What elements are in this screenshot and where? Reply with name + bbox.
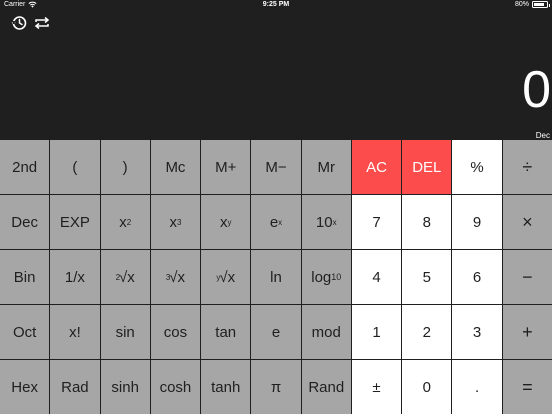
square-sup: 2 [126, 217, 132, 227]
status-time: 9:25 PM [262, 1, 290, 8]
second-function-button[interactable]: 2nd [0, 140, 50, 194]
battery-info: 80% [514, 1, 550, 8]
tanh-button[interactable]: tanh [201, 360, 251, 414]
cube-sup: 3 [176, 217, 182, 227]
sign-toggle-button[interactable]: ± [351, 360, 402, 414]
square-button[interactable]: x2 [100, 195, 150, 249]
log10-sub: 10 [331, 272, 342, 282]
battery-fill [534, 3, 544, 6]
open-paren-button[interactable]: ( [50, 140, 100, 194]
digit-0-button[interactable]: 0 [402, 360, 452, 414]
display-mode: Dec [535, 131, 550, 140]
subtract-button[interactable]: − [502, 250, 552, 304]
random-button[interactable]: Rand [301, 360, 351, 414]
square-root-label: √x [119, 268, 135, 286]
ten-power-sup: x [332, 217, 337, 227]
exp-e-button[interactable]: ex [251, 195, 301, 249]
digit-3-button[interactable]: 3 [452, 305, 502, 359]
cosh-button[interactable]: cosh [150, 360, 201, 414]
equals-button[interactable]: = [502, 360, 552, 414]
square-root-button[interactable]: 2 √x [100, 250, 150, 304]
nth-root-button[interactable]: y √x [201, 250, 251, 304]
close-paren-button[interactable]: ) [100, 140, 150, 194]
calculator-display: 0 Dec [0, 12, 552, 140]
octal-mode-button[interactable]: Oct [0, 305, 50, 359]
memory-subtract-button[interactable]: M− [251, 140, 301, 194]
log10-button[interactable]: log 10 [301, 250, 351, 304]
sin-button[interactable]: sin [100, 305, 150, 359]
display-value: 0 [522, 61, 551, 119]
exp-e-sup: x [278, 217, 283, 227]
factorial-button[interactable]: x! [50, 305, 100, 359]
delete-button[interactable]: DEL [402, 140, 452, 194]
decimal-mode-button[interactable]: Dec [0, 195, 50, 249]
binary-mode-button[interactable]: Bin [0, 250, 50, 304]
cube-root-label: √x [169, 268, 186, 286]
digit-2-button[interactable]: 2 [402, 305, 452, 359]
power-button[interactable]: xy [201, 195, 251, 249]
cube-root-button[interactable]: 3 √x [150, 250, 201, 304]
log10-label: log [311, 268, 332, 286]
add-button[interactable]: + [502, 305, 552, 359]
divide-button[interactable]: ÷ [502, 140, 552, 194]
history-icon[interactable] [10, 14, 28, 32]
power-sup: y [227, 217, 232, 227]
exp-e-label: e [269, 213, 279, 231]
reciprocal-button[interactable]: 1/x [50, 250, 100, 304]
natural-log-button[interactable]: ln [251, 250, 301, 304]
tan-button[interactable]: tan [201, 305, 251, 359]
digit-1-button[interactable]: 1 [351, 305, 402, 359]
cube-label: x [169, 213, 177, 231]
multiply-button[interactable]: × [502, 195, 552, 249]
mod-button[interactable]: mod [301, 305, 351, 359]
keypad: 2nd ( ) Mc M+ M− Mr AC DEL % ÷ Dec EXP x… [0, 140, 552, 414]
power-label: x [219, 213, 228, 231]
digit-4-button[interactable]: 4 [351, 250, 402, 304]
all-clear-button[interactable]: AC [351, 140, 402, 194]
digit-7-button[interactable]: 7 [351, 195, 402, 249]
cos-button[interactable]: cos [150, 305, 201, 359]
decimal-point-button[interactable]: . [452, 360, 502, 414]
ten-power-label: 10 [315, 213, 333, 231]
swap-icon[interactable] [33, 14, 51, 32]
sinh-button[interactable]: sinh [100, 360, 150, 414]
euler-button[interactable]: e [251, 305, 301, 359]
nth-root-label: √x [219, 268, 236, 286]
square-label: x [119, 213, 127, 231]
memory-recall-button[interactable]: Mr [301, 140, 351, 194]
digit-5-button[interactable]: 5 [402, 250, 452, 304]
exp-button[interactable]: EXP [50, 195, 100, 249]
digit-6-button[interactable]: 6 [452, 250, 502, 304]
battery-percent: 80% [514, 1, 529, 8]
memory-clear-button[interactable]: Mc [150, 140, 201, 194]
digit-8-button[interactable]: 8 [402, 195, 452, 249]
radian-button[interactable]: Rad [50, 360, 100, 414]
digit-9-button[interactable]: 9 [452, 195, 502, 249]
status-bar: Carrier 9:25 PM 80% [0, 0, 552, 12]
cube-button[interactable]: x3 [150, 195, 201, 249]
hex-mode-button[interactable]: Hex [0, 360, 50, 414]
ten-power-button[interactable]: 10 x [301, 195, 351, 249]
memory-add-button[interactable]: M+ [201, 140, 251, 194]
battery-icon [532, 1, 550, 8]
pi-button[interactable]: π [251, 360, 301, 414]
percent-button[interactable]: % [452, 140, 502, 194]
